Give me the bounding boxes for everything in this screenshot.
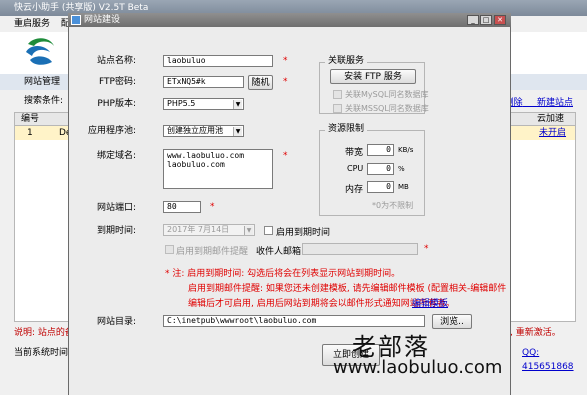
bind-domain-label: 绑定域名:: [96, 151, 136, 161]
browse-button[interactable]: 浏览..: [432, 314, 472, 329]
col-id-header: 编号: [21, 114, 40, 124]
memory-unit: MB: [398, 183, 409, 191]
chevron-down-icon: ▼: [233, 100, 242, 109]
php-version-value: PHP5.5: [167, 99, 196, 108]
mssql-checkbox-label: 关联MSSQL同名数据库: [345, 104, 429, 113]
mail-remind-checkbox[interactable]: [165, 245, 174, 254]
note-line-1: * 注: 启用到期时间: 勾选后将会在列表显示网站到期时间。: [165, 269, 401, 279]
required-mark: *: [424, 244, 429, 254]
qq-link[interactable]: QQ: 415651868: [522, 346, 576, 374]
mysql-checkbox[interactable]: [333, 90, 342, 99]
receiver-email-label: 收件人邮箱:: [256, 247, 305, 257]
app-pool-select[interactable]: 创建独立应用池 ▼: [163, 125, 244, 137]
search-label: 搜索条件:: [24, 96, 64, 106]
bind-domain-textarea[interactable]: www.laobuluo.com laobuluo.com: [163, 149, 273, 189]
chevron-down-icon: ▼: [233, 127, 242, 136]
site-dir-label: 网站目录:: [96, 317, 136, 327]
cpu-input[interactable]: 0: [367, 163, 394, 175]
random-password-button[interactable]: 随机: [248, 75, 273, 90]
memory-input[interactable]: 0: [367, 181, 394, 193]
memory-label: 内存: [345, 185, 364, 195]
cpu-unit: %: [398, 165, 405, 173]
cpu-label: CPU: [347, 164, 364, 173]
close-button[interactable]: ✕: [494, 15, 506, 25]
resource-limit-title: 资源限制: [325, 124, 368, 134]
ftp-password-input[interactable]: ETxNQ5#k: [163, 76, 244, 88]
menu-restart-service[interactable]: 重启服务: [14, 19, 50, 29]
mail-remind-label: 启用到期邮件提醒: [176, 247, 249, 257]
domain-line: laobuluo.com: [167, 160, 225, 169]
watermark-url: www.laobuluo.com: [333, 357, 503, 378]
maximize-button[interactable]: □: [480, 15, 492, 25]
app-logo-icon: [26, 38, 54, 65]
port-label: 网站端口:: [96, 203, 136, 213]
minimize-button[interactable]: _: [467, 15, 479, 25]
app-pool-label: 应用程序池:: [87, 126, 136, 136]
expire-label: 到期时间:: [96, 226, 136, 236]
tab-site-management[interactable]: 网站管理: [24, 77, 60, 87]
limit-hint: *0为不限制: [372, 201, 414, 210]
bandwidth-unit: KB/s: [398, 146, 414, 154]
php-version-label: PHP版本:: [97, 99, 136, 109]
edit-template-link[interactable]: 编辑模板: [412, 296, 448, 309]
required-mark: *: [210, 202, 215, 212]
col-accel-header: 云加速: [537, 114, 565, 124]
right-links: 删除 新建站点: [505, 95, 573, 108]
expire-checkbox[interactable]: [264, 226, 273, 235]
row-accel-status[interactable]: 未开启: [539, 126, 566, 140]
site-name-label: 站点名称:: [96, 56, 136, 66]
site-name-input[interactable]: laobuluo: [163, 55, 273, 67]
bandwidth-label: 带宽: [345, 148, 364, 158]
required-mark: *: [283, 56, 288, 66]
row-id: 1: [27, 128, 33, 138]
dialog-titlebar: 网站建设: [68, 13, 511, 27]
note-line-2: 启用到期邮件提醒: 如果您还未创建模板, 请先编辑邮件模板 (配置相关-编辑邮件…: [188, 284, 506, 294]
domain-line: www.laobuluo.com: [167, 151, 245, 160]
calendar-dropdown-icon: ▼: [244, 226, 253, 235]
dialog-title: 网站建设: [84, 15, 121, 25]
related-service-title: 关联服务: [325, 56, 368, 66]
required-mark: *: [283, 77, 288, 87]
required-mark: *: [283, 151, 288, 161]
install-ftp-button[interactable]: 安装 FTP 服务: [330, 69, 416, 84]
expire-checkbox-label: 启用到期时间: [276, 228, 331, 238]
php-version-select[interactable]: PHP5.5 ▼: [163, 98, 244, 110]
app-pool-value: 创建独立应用池: [167, 126, 223, 135]
expire-date-value: 2017年 7月14日: [167, 225, 230, 234]
mssql-checkbox[interactable]: [333, 104, 342, 113]
new-site-link[interactable]: 新建站点: [537, 98, 573, 108]
port-input[interactable]: 80: [163, 201, 201, 213]
receiver-email-input[interactable]: [302, 243, 418, 255]
expire-date-picker[interactable]: 2017年 7月14日 ▼: [163, 224, 255, 236]
site-dir-input[interactable]: C:\inetpub\wwwroot\laobuluo.com: [163, 315, 425, 327]
ftp-password-label: FTP密码:: [99, 77, 136, 87]
dialog-window-icon: [71, 15, 81, 25]
main-window-title: 快云小助手 (共享版) V2.5T Beta: [14, 3, 149, 13]
mysql-checkbox-label: 关联MySQL同名数据库: [345, 90, 429, 99]
bandwidth-input[interactable]: 0: [367, 144, 394, 156]
